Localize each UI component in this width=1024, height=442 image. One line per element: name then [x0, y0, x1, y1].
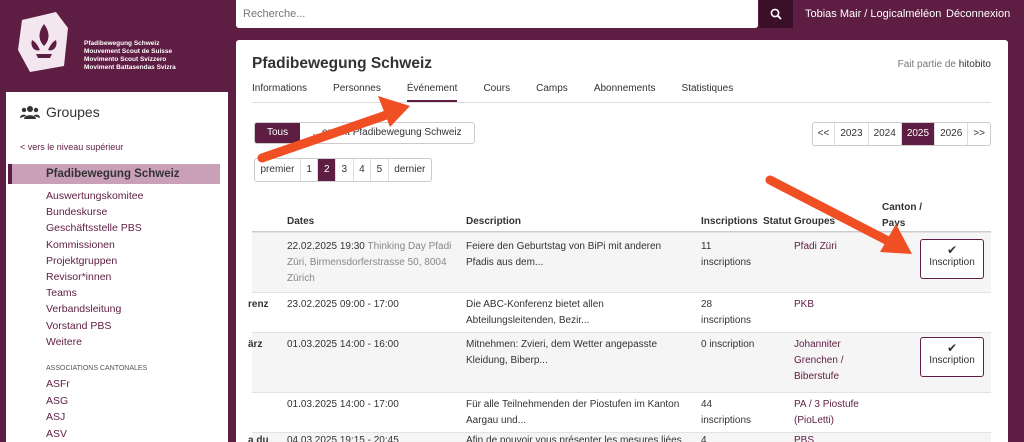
arrow-to-inscription-button [765, 175, 912, 254]
arrow-to-event-tab [257, 96, 410, 163]
annotation-arrows [257, 96, 912, 254]
